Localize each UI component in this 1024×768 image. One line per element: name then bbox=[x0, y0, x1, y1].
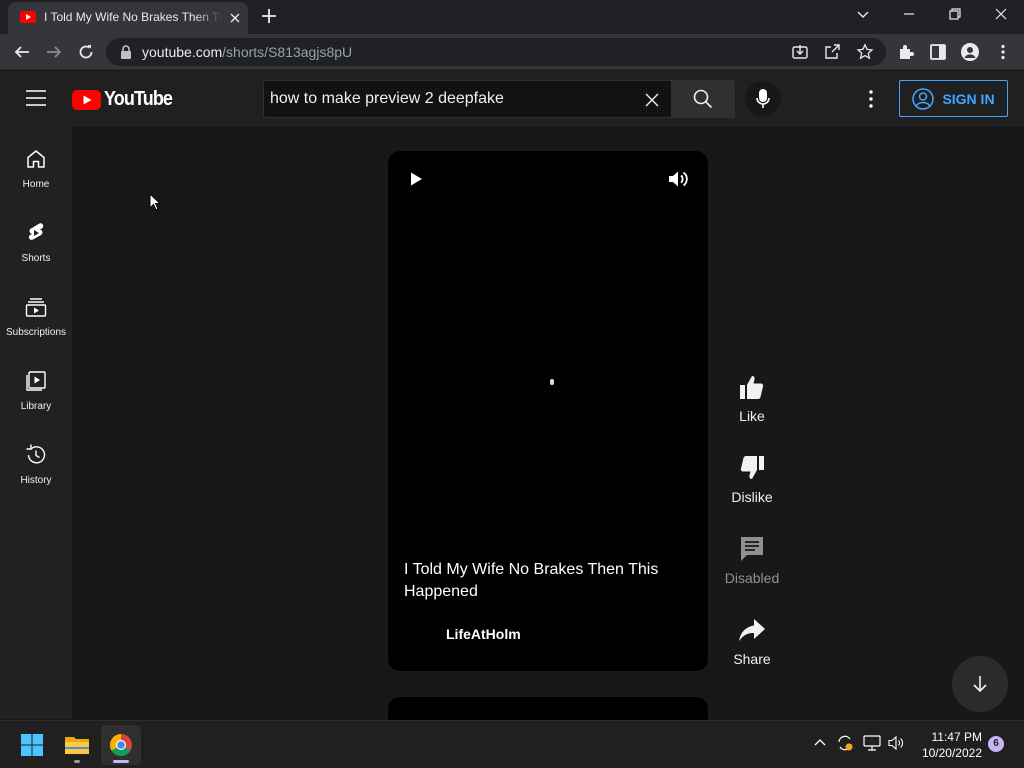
clear-search-icon[interactable] bbox=[644, 92, 660, 108]
volume-tray-icon[interactable] bbox=[888, 735, 906, 751]
subscriptions-icon bbox=[24, 295, 48, 319]
home-icon bbox=[24, 147, 48, 171]
search-query-text: how to make preview 2 deepfake bbox=[270, 90, 504, 107]
show-hidden-icons-chevron-icon[interactable] bbox=[813, 735, 827, 749]
share-page-icon[interactable] bbox=[824, 44, 840, 60]
search-input[interactable]: how to make preview 2 deepfake bbox=[263, 80, 672, 118]
chrome-taskbar-button[interactable] bbox=[101, 725, 141, 765]
youtube-logo-icon bbox=[72, 89, 101, 110]
extensions-icon[interactable] bbox=[897, 43, 915, 61]
dislike-label: Dislike bbox=[731, 489, 773, 505]
youtube-masthead: YouTube how to make preview 2 deepfake S… bbox=[0, 71, 1024, 127]
close-window-icon[interactable] bbox=[994, 7, 1008, 21]
guide-item-label: Library bbox=[20, 401, 52, 412]
guide-item-history[interactable]: History bbox=[0, 427, 72, 497]
url-host: youtube.com bbox=[142, 44, 223, 60]
restore-icon[interactable] bbox=[948, 7, 962, 21]
minimize-icon[interactable] bbox=[902, 7, 916, 21]
microphone-icon bbox=[756, 89, 770, 109]
install-app-icon[interactable] bbox=[792, 44, 808, 60]
share-arrow-icon bbox=[738, 615, 766, 645]
clock-date: 10/20/2022 bbox=[921, 746, 982, 760]
guide-item-label: Shorts bbox=[21, 253, 51, 264]
library-icon bbox=[24, 369, 48, 393]
back-arrow-icon[interactable] bbox=[13, 43, 31, 61]
mini-guide: Home Shorts Subscriptions Library Histor… bbox=[0, 127, 72, 719]
network-icon[interactable] bbox=[863, 735, 881, 751]
url-text[interactable]: youtube.com/shorts/S813agjs8pU bbox=[142, 44, 352, 60]
loading-spinner bbox=[550, 379, 554, 385]
hamburger-menu-icon[interactable] bbox=[26, 90, 46, 106]
forward-arrow-icon[interactable] bbox=[45, 43, 63, 61]
lock-icon[interactable] bbox=[120, 45, 132, 59]
address-bar[interactable]: youtube.com/shorts/S813agjs8pU bbox=[106, 38, 886, 66]
volume-icon[interactable] bbox=[668, 169, 690, 189]
chrome-menu-icon[interactable] bbox=[994, 43, 1012, 61]
youtube-favicon-icon bbox=[20, 11, 36, 23]
share-label: Share bbox=[733, 651, 771, 667]
guide-item-subscriptions[interactable]: Subscriptions bbox=[0, 279, 72, 349]
file-explorer-button[interactable] bbox=[57, 725, 97, 765]
like-button[interactable]: Like bbox=[722, 372, 782, 424]
browser-tab[interactable]: I Told My Wife No Brakes Then This Happe… bbox=[8, 2, 248, 34]
reload-icon[interactable] bbox=[77, 43, 95, 61]
youtube-logo-text: YouTube bbox=[104, 88, 173, 110]
channel-name[interactable]: LifeAtHolm bbox=[446, 626, 521, 642]
voice-search-button[interactable] bbox=[745, 81, 781, 117]
browser-titlebar: I Told My Wife No Brakes Then This Happe… bbox=[0, 0, 1024, 34]
dislike-button[interactable]: Dislike bbox=[722, 453, 782, 505]
next-short-button[interactable] bbox=[952, 656, 1008, 712]
system-clock[interactable]: 11:47 PM 10/20/2022 bbox=[910, 729, 982, 761]
bookmark-star-icon[interactable] bbox=[856, 43, 874, 61]
settings-kebab-icon[interactable] bbox=[861, 89, 881, 109]
tab-close-icon[interactable] bbox=[228, 11, 242, 25]
start-button[interactable] bbox=[12, 725, 52, 765]
comments-label: Disabled bbox=[724, 570, 780, 586]
side-panel-icon[interactable] bbox=[929, 43, 947, 61]
arrow-down-icon bbox=[973, 676, 987, 693]
url-path: /shorts/S813agjs8pU bbox=[222, 44, 353, 60]
guide-item-home[interactable]: Home bbox=[0, 131, 72, 201]
play-icon[interactable] bbox=[408, 171, 424, 187]
history-icon bbox=[24, 443, 48, 467]
sign-in-label: SIGN IN bbox=[942, 90, 995, 107]
thumbs-down-icon bbox=[738, 453, 766, 483]
folder-icon bbox=[65, 737, 89, 754]
guide-item-label: History bbox=[20, 475, 52, 486]
short-title[interactable]: I Told My Wife No Brakes Then This Happe… bbox=[404, 559, 684, 603]
sync-icon[interactable] bbox=[836, 734, 854, 752]
account-circle-icon bbox=[912, 87, 935, 110]
comments-button: Disabled bbox=[722, 534, 782, 586]
chrome-icon bbox=[110, 734, 132, 756]
clock-time: 11:47 PM bbox=[931, 730, 982, 744]
tab-search-chevron-icon[interactable] bbox=[856, 7, 870, 21]
shorts-icon bbox=[24, 221, 48, 245]
new-tab-icon[interactable] bbox=[260, 7, 278, 25]
sign-in-button[interactable]: SIGN IN bbox=[899, 80, 1008, 117]
guide-item-shorts[interactable]: Shorts bbox=[0, 205, 72, 275]
guide-item-label: Subscriptions bbox=[5, 327, 67, 338]
shorts-player[interactable]: I Told My Wife No Brakes Then This Happe… bbox=[388, 151, 708, 671]
comment-icon bbox=[738, 534, 766, 564]
profile-icon[interactable] bbox=[961, 43, 979, 61]
guide-item-label: Home bbox=[22, 179, 50, 190]
notification-badge[interactable]: 6 bbox=[988, 736, 1004, 752]
thumbs-up-icon bbox=[738, 372, 766, 402]
guide-item-library[interactable]: Library bbox=[0, 353, 72, 423]
like-label: Like bbox=[739, 408, 765, 424]
search-button[interactable] bbox=[672, 80, 735, 118]
windows-taskbar: 11:47 PM 10/20/2022 6 bbox=[0, 720, 1024, 768]
running-indicator bbox=[74, 760, 80, 763]
share-button[interactable]: Share bbox=[722, 615, 782, 667]
youtube-logo[interactable]: YouTube bbox=[72, 88, 180, 111]
active-indicator bbox=[113, 760, 129, 763]
tab-title: I Told My Wife No Brakes Then This Happe… bbox=[44, 10, 222, 24]
search-icon bbox=[693, 89, 713, 109]
mouse-cursor-icon bbox=[149, 193, 161, 211]
windows-logo-icon bbox=[21, 734, 43, 756]
browser-toolbar: youtube.com/shorts/S813agjs8pU bbox=[0, 34, 1024, 70]
